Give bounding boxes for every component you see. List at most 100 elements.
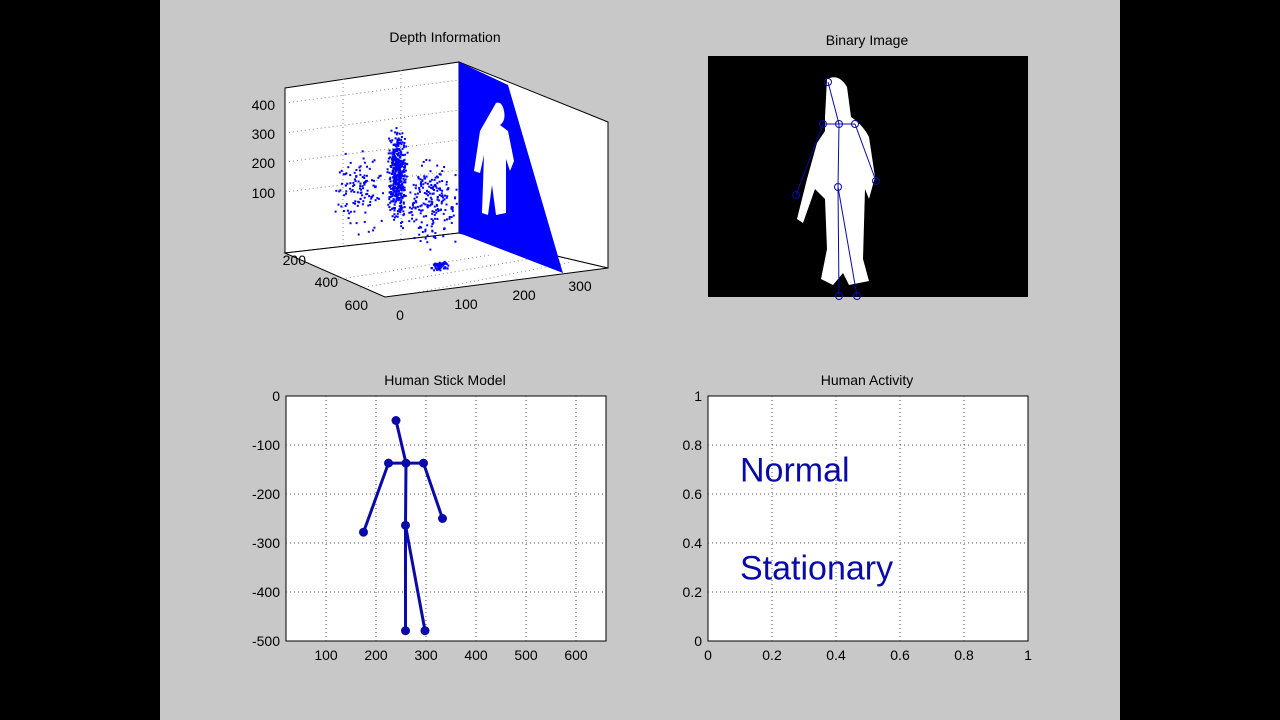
depth-point: [428, 159, 431, 162]
depth-point: [415, 218, 418, 221]
depth-point: [394, 131, 397, 134]
activity-y-tick-label: 0.4: [683, 535, 703, 551]
depth-point: [394, 137, 397, 140]
depth-point: [422, 215, 425, 218]
depth-point: [395, 165, 398, 168]
depth-point: [400, 208, 403, 211]
depth-point: [418, 186, 421, 189]
depth-point: [364, 181, 367, 184]
depth-point: [393, 167, 396, 170]
depth-point: [434, 235, 436, 238]
depth-point: [403, 142, 406, 144]
depth-point: [400, 136, 403, 138]
depth-point: [343, 194, 346, 197]
depth-point: [442, 263, 445, 266]
depth-point: [413, 197, 416, 200]
depth-point: [446, 218, 448, 221]
depth-point: [418, 188, 421, 191]
depth-point: [415, 196, 418, 199]
depth-point: [372, 229, 375, 232]
depth-point: [361, 185, 364, 188]
depth-point: [361, 194, 364, 197]
depth-point: [436, 218, 439, 220]
depth-y-tick-0: 0: [396, 307, 404, 323]
depth-point: [440, 195, 443, 198]
depth-point: [401, 132, 404, 135]
depth-point: [402, 181, 405, 184]
depth-point: [426, 189, 428, 192]
depth-plot-title: Depth Information: [389, 29, 500, 45]
depth-point: [424, 230, 427, 233]
depth-point: [432, 192, 435, 195]
depth-point: [431, 212, 434, 215]
depth-point: [403, 206, 406, 209]
depth-point: [426, 206, 429, 209]
depth-point: [454, 174, 457, 177]
depth-point: [441, 189, 444, 192]
depth-z-tick-100: 100: [252, 185, 276, 201]
depth-point: [368, 195, 371, 198]
depth-point: [417, 175, 420, 178]
depth-point: [356, 191, 359, 194]
depth-point: [438, 199, 441, 202]
depth-point: [349, 222, 352, 225]
depth-point: [412, 183, 415, 186]
depth-point: [444, 194, 446, 197]
depth-point: [389, 178, 392, 181]
depth-point: [398, 185, 401, 188]
depth-point: [390, 129, 393, 132]
depth-point: [394, 144, 397, 147]
depth-point: [446, 188, 449, 191]
depth-point: [422, 183, 425, 186]
depth-point: [339, 189, 342, 192]
depth-point: [393, 213, 396, 216]
depth-point: [374, 199, 377, 202]
depth-point: [388, 198, 391, 201]
depth-point: [431, 223, 434, 225]
depth-point: [359, 173, 362, 176]
stick-x-tick-label: 300: [414, 647, 438, 663]
depth-point: [348, 212, 351, 215]
depth-point: [363, 183, 366, 186]
depth-point: [405, 175, 408, 178]
human-stick-model-plot: Human Stick Model 100 200 300 400 500 600 0 -10…: [252, 372, 607, 663]
depth-point: [433, 179, 436, 181]
depth-point: [402, 168, 405, 171]
depth-point: [371, 160, 374, 163]
depth-point: [353, 184, 356, 186]
depth-point: [443, 219, 446, 222]
depth-point: [451, 210, 454, 213]
stick-x-tick-label: 400: [464, 647, 488, 663]
depth-point: [372, 194, 375, 197]
binary-image-plot: Binary Image: [708, 32, 1028, 300]
depth-point: [441, 180, 444, 182]
depth-point: [396, 162, 399, 165]
depth-point: [425, 175, 428, 178]
depth-point: [391, 169, 394, 172]
depth-point: [356, 204, 359, 207]
depth-point: [390, 192, 393, 195]
depth-point: [400, 199, 403, 202]
depth-point: [337, 203, 340, 206]
depth-information-plot: Depth Information 400 300 200 100 200 40…: [252, 29, 609, 323]
depth-point: [387, 203, 390, 206]
depth-point: [421, 164, 423, 167]
depth-point: [454, 197, 456, 200]
depth-point: [421, 231, 424, 233]
depth-point: [400, 225, 403, 228]
depth-point: [409, 191, 412, 194]
depth-point: [388, 149, 391, 152]
depth-point: [455, 188, 458, 191]
depth-point: [419, 178, 422, 181]
depth-point: [363, 177, 366, 179]
depth-point: [347, 166, 350, 169]
depth-point: [373, 226, 376, 229]
depth-point: [399, 206, 402, 209]
depth-point: [400, 165, 403, 168]
depth-point: [345, 192, 347, 195]
depth-point: [444, 209, 447, 211]
depth-point: [403, 137, 406, 140]
depth-point: [361, 150, 364, 153]
stick-joint-left-foot: [401, 626, 410, 636]
depth-point: [446, 195, 449, 198]
